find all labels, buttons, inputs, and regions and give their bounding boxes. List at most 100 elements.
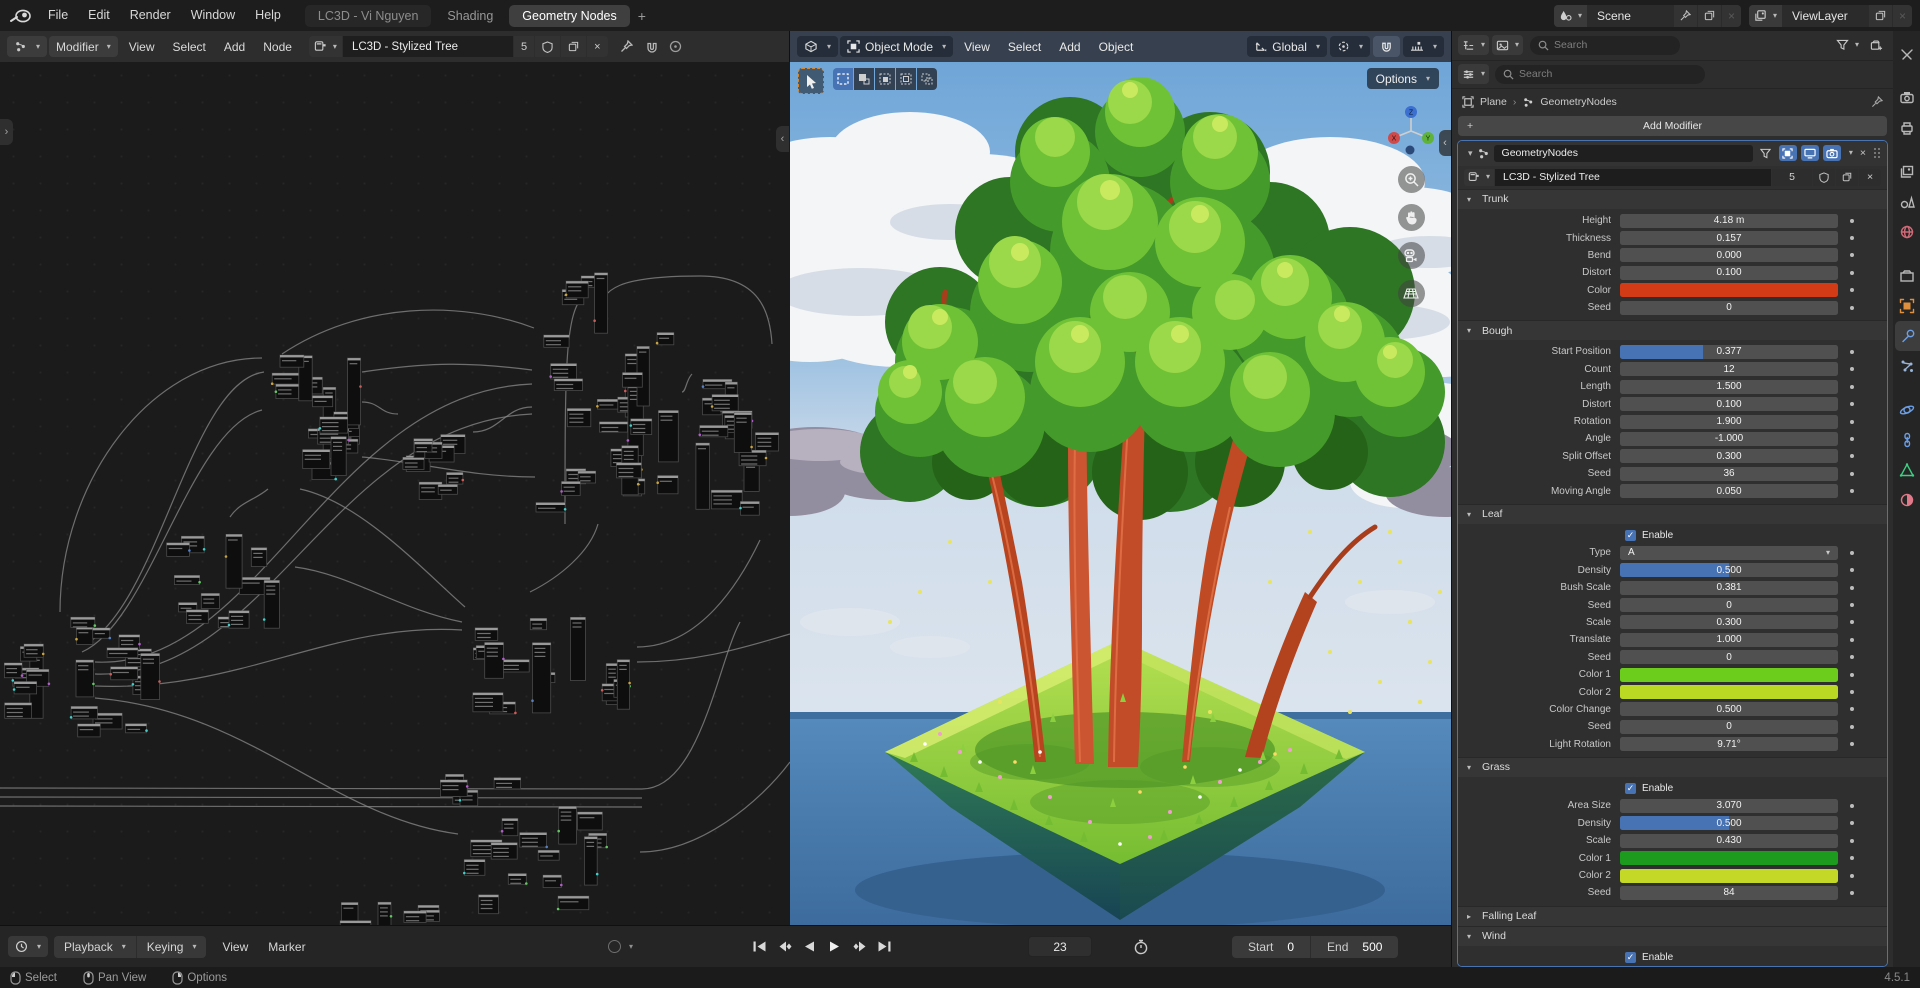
color-swatch-color-2[interactable] — [1620, 868, 1838, 883]
section-header-leaf[interactable]: ▾ Leaf — [1458, 503, 1888, 524]
animate-dot-icon[interactable] — [1850, 454, 1854, 459]
on-cage-toggle[interactable] — [1757, 145, 1775, 161]
animate-dot-icon[interactable] — [1850, 419, 1854, 424]
jump-to-start-button[interactable] — [748, 936, 771, 957]
new-copy-icon[interactable] — [1836, 168, 1859, 186]
animate-dot-icon[interactable] — [1850, 288, 1854, 293]
checkbox-checked[interactable]: ✓ — [1625, 783, 1636, 795]
unlink-button[interactable]: × — [587, 36, 608, 57]
color-swatch-color-1[interactable] — [1620, 851, 1838, 866]
properties-search-input[interactable]: Search — [1495, 64, 1706, 84]
editor-type-button[interactable]: ▾ — [8, 936, 49, 957]
node-group-users-count[interactable]: 5 — [513, 36, 535, 57]
value-field[interactable]: 4.18 m — [1620, 213, 1838, 228]
animate-dot-icon[interactable] — [1850, 349, 1854, 354]
value-field[interactable]: 0 — [1620, 650, 1838, 665]
proportional-edit-icon[interactable] — [669, 40, 682, 53]
tab-particles[interactable] — [1893, 351, 1920, 381]
copy-icon[interactable] — [1697, 4, 1721, 27]
menu-marker[interactable]: Marker — [258, 940, 315, 954]
value-field[interactable]: 0 — [1620, 598, 1838, 613]
outliner-filter-icon-dropdown[interactable]: ▾ — [1492, 35, 1524, 56]
fake-user-shield-icon[interactable] — [535, 36, 561, 57]
value-field[interactable]: 0.500 — [1620, 702, 1838, 717]
add-modifier-button[interactable]: + Add Modifier — [1458, 115, 1888, 136]
node-group-name[interactable]: LC3D - Stylized Tree — [342, 36, 513, 57]
menu-keying[interactable]: Keying ▾ — [137, 936, 207, 958]
animate-dot-icon[interactable] — [1850, 655, 1854, 660]
value-field[interactable]: 0.500 — [1620, 563, 1838, 578]
menu-select[interactable]: Select — [164, 40, 215, 54]
dropdown-field[interactable]: A ▾ — [1620, 545, 1838, 560]
animate-dot-icon[interactable] — [1850, 637, 1854, 642]
select-invert-button[interactable] — [896, 68, 916, 90]
perspective-grid-gizmo-button[interactable] — [1397, 280, 1425, 307]
menu-select[interactable]: Select — [999, 40, 1050, 54]
animate-dot-icon[interactable] — [1850, 620, 1854, 625]
checkbox-checked[interactable]: ✓ — [1625, 951, 1636, 963]
pin-icon[interactable] — [1673, 4, 1697, 27]
value-field[interactable]: 9.71° — [1620, 737, 1838, 752]
color-swatch-color-2[interactable] — [1620, 685, 1838, 699]
scene-icon[interactable]: ▾ — [1553, 4, 1587, 27]
animate-dot-icon[interactable] — [1850, 236, 1854, 241]
animate-dot-icon[interactable] — [1850, 367, 1854, 372]
animate-dot-icon[interactable] — [1850, 672, 1854, 677]
breadcrumb-object[interactable]: Plane — [1480, 96, 1507, 108]
animate-dot-icon[interactable] — [1850, 550, 1854, 555]
section-header-trunk[interactable]: ▾ Trunk — [1458, 188, 1888, 209]
blender-logo-icon[interactable] — [8, 6, 34, 26]
animate-dot-icon[interactable] — [1850, 690, 1854, 694]
animate-dot-icon[interactable] — [1850, 821, 1854, 826]
play-reverse-button[interactable] — [798, 936, 821, 957]
workspace-tab[interactable]: Geometry Nodes — [509, 4, 630, 27]
animate-dot-icon[interactable] — [1850, 402, 1854, 407]
scene-name[interactable]: Scene — [1587, 9, 1673, 23]
outliner-display-mode-dropdown[interactable]: ▾ — [1458, 35, 1490, 56]
value-field[interactable]: 0.100 — [1620, 265, 1838, 280]
menu-playback[interactable]: Playback ▾ — [54, 935, 137, 958]
tab-world[interactable] — [1893, 217, 1920, 247]
outliner-search-input[interactable]: Search — [1530, 35, 1681, 55]
animate-dot-icon[interactable] — [1850, 568, 1854, 573]
pivot-point-dropdown[interactable]: ▾ — [1329, 36, 1370, 57]
animate-dot-icon[interactable] — [1850, 873, 1854, 878]
animate-dot-icon[interactable] — [1850, 253, 1854, 258]
editor-type-button[interactable]: ▾ — [7, 36, 48, 57]
select-extend-button[interactable] — [854, 68, 874, 90]
tab-tool[interactable] — [1893, 39, 1920, 69]
menu-help[interactable]: Help — [245, 0, 291, 31]
jump-to-end-button[interactable] — [873, 936, 896, 957]
zoom-gizmo-button[interactable] — [1397, 166, 1425, 193]
animate-dot-icon[interactable] — [1850, 305, 1854, 310]
tab-material[interactable] — [1893, 485, 1920, 515]
animate-dot-icon[interactable] — [1850, 838, 1854, 843]
animate-dot-icon[interactable] — [1850, 218, 1854, 223]
fake-user-shield-icon[interactable] — [1813, 168, 1836, 186]
menu-view[interactable]: View — [120, 40, 164, 54]
section-header-wind[interactable]: ▾ Wind — [1458, 925, 1888, 946]
value-field[interactable]: 12 — [1620, 362, 1838, 377]
camera-view-gizmo-button[interactable] — [1397, 242, 1425, 269]
tab-data[interactable] — [1893, 455, 1920, 485]
users-count[interactable]: 5 — [1772, 168, 1813, 186]
animate-dot-icon[interactable] — [1850, 436, 1854, 441]
menu-add[interactable]: Add — [1050, 40, 1089, 54]
auto-keying-controls[interactable]: ▾ — [608, 940, 633, 953]
value-field[interactable]: 3.070 — [1620, 798, 1838, 813]
mode-dropdown[interactable]: Object Mode ▾ — [840, 36, 954, 57]
menu-file[interactable]: File — [38, 0, 78, 31]
value-field[interactable]: 0.000 — [1620, 248, 1838, 263]
end-frame-field[interactable]: End 500 — [1311, 936, 1398, 958]
workspace-tab[interactable]: Shading — [434, 5, 506, 27]
sidebar-toggle-arrow[interactable]: ‹ — [776, 126, 789, 152]
animate-dot-icon[interactable] — [1850, 489, 1854, 494]
animate-dot-icon[interactable] — [1850, 384, 1854, 389]
expand-caret-icon[interactable]: ▾ — [1468, 148, 1473, 158]
edit-mode-toggle[interactable] — [1778, 145, 1797, 162]
value-field[interactable]: -1.000 — [1620, 431, 1838, 446]
menu-edit[interactable]: Edit — [78, 0, 120, 31]
value-field[interactable]: 0.430 — [1620, 833, 1838, 848]
color-swatch-color-1[interactable] — [1620, 667, 1838, 682]
value-field[interactable]: 1.900 — [1620, 414, 1838, 429]
